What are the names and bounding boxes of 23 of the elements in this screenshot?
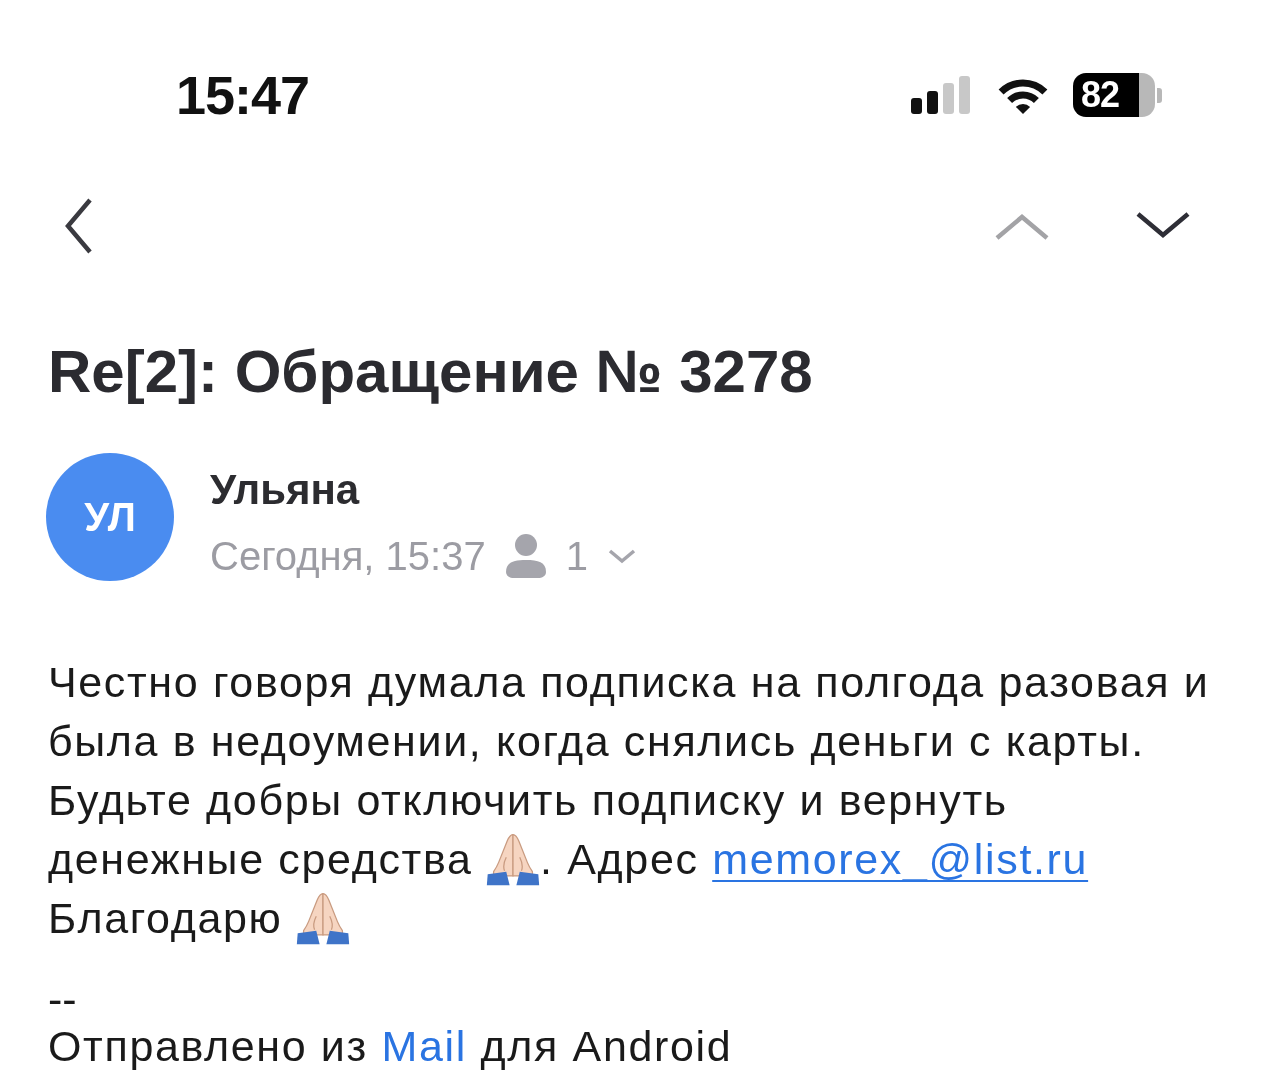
email-link[interactable]: memorex_@list.ru: [712, 835, 1089, 883]
message-text: Честно говоря думала подписка на полгода разовая и была в недоумении, когда снялись деньги с карты. Будьте добры отключить подписку и вернуть денежные средства . Адрес memorex_@list.ru: [48, 653, 1220, 889]
sender-avatar: УЛ: [46, 453, 174, 581]
chevron-left-icon: [63, 198, 93, 254]
signature-separator: --: [48, 974, 78, 1024]
battery-indicator: 82: [1073, 73, 1162, 117]
back-button[interactable]: [63, 198, 93, 254]
person-icon: [505, 534, 546, 578]
message-text: Благодарю: [48, 889, 1220, 948]
chevron-up-icon: [995, 211, 1049, 241]
next-message-button[interactable]: [1136, 211, 1190, 241]
chevron-down-icon: [607, 548, 636, 564]
message-subject: Re[2]: Обращение № 3278: [48, 337, 814, 407]
signature-text: Отправлено из Mail для Android: [48, 1024, 734, 1069]
status-time: 15:47: [176, 68, 310, 122]
message-date: Сегодня, 15:37: [210, 533, 486, 580]
folded-hands-icon: [486, 832, 541, 886]
app-link[interactable]: Mail: [381, 1022, 467, 1070]
folded-hands-icon: [296, 891, 351, 945]
chevron-down-icon: [1136, 211, 1190, 241]
signal-icon: [911, 76, 973, 114]
sender-name: Ульяна: [210, 465, 361, 515]
recipients-button[interactable]: 1: [505, 531, 636, 581]
